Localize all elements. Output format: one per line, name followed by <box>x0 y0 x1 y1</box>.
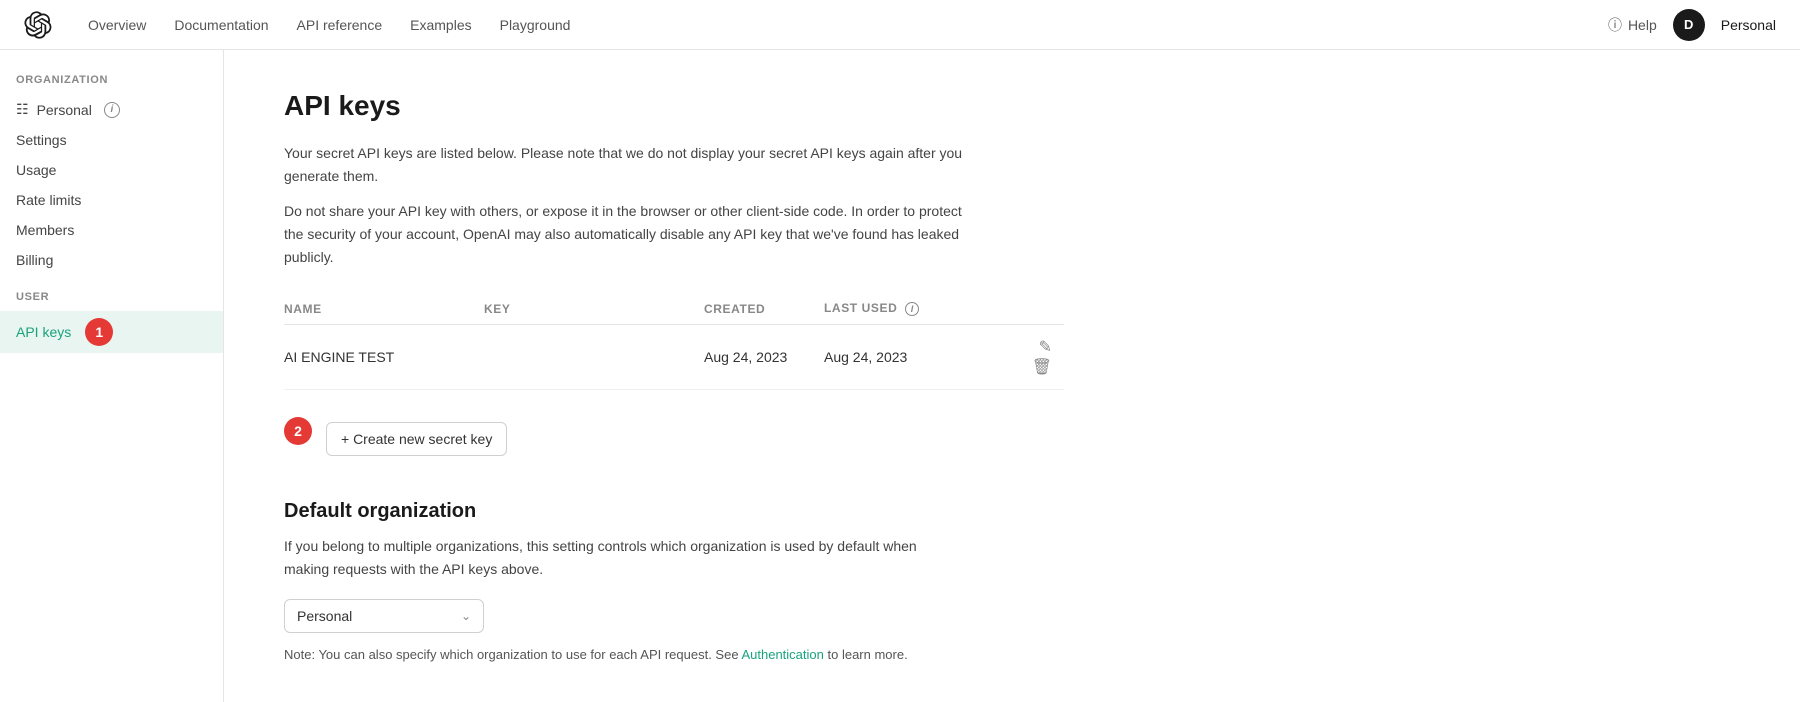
page-title: API keys <box>284 90 1064 122</box>
user-section-label: USER <box>0 291 223 311</box>
nav-documentation[interactable]: Documentation <box>162 11 280 39</box>
main-content: API keys Your secret API keys are listed… <box>224 50 1124 702</box>
table-row: AI ENGINE TEST Aug 24, 2023 Aug 24, 2023… <box>284 325 1064 390</box>
nav-playground[interactable]: Playground <box>488 11 583 39</box>
api-keys-label: API keys <box>16 324 71 340</box>
authentication-link[interactable]: Authentication <box>741 647 823 662</box>
rate-limits-label: Rate limits <box>16 192 81 208</box>
org-select[interactable]: Personal ⌄ <box>284 599 484 633</box>
settings-label: Settings <box>16 132 67 148</box>
help-button[interactable]: ⓘ Help <box>1608 15 1657 35</box>
sidebar-item-usage[interactable]: Usage <box>0 155 223 185</box>
layout: ORGANIZATION ☷ Personal i Settings Usage… <box>0 50 1800 702</box>
description-1: Your secret API keys are listed below. P… <box>284 142 964 188</box>
annotation-badge-1: 1 <box>85 318 113 346</box>
api-keys-table: NAME KEY CREATED LAST USED i AI ENGINE T… <box>284 293 1064 390</box>
annotation-badge-2: 2 <box>284 417 312 445</box>
avatar[interactable]: D <box>1673 9 1705 41</box>
create-secret-key-button[interactable]: + Create new secret key <box>326 422 507 456</box>
note-text: Note: You can also specify which organiz… <box>284 647 1064 662</box>
logo[interactable] <box>24 11 52 39</box>
org-select-value: Personal <box>297 608 352 624</box>
nav-overview[interactable]: Overview <box>76 11 158 39</box>
row-last-used: Aug 24, 2023 <box>824 325 1004 390</box>
row-key <box>484 325 704 390</box>
sidebar-item-settings[interactable]: Settings <box>0 125 223 155</box>
row-name: AI ENGINE TEST <box>284 325 484 390</box>
topnav-username[interactable]: Personal <box>1721 17 1776 33</box>
row-actions: ✎ 🗑 <box>1004 325 1064 390</box>
sidebar-item-billing[interactable]: Billing <box>0 245 223 275</box>
sidebar-item-rate-limits[interactable]: Rate limits <box>0 185 223 215</box>
billing-label: Billing <box>16 252 53 268</box>
create-btn-row: 2 + Create new secret key <box>284 406 1064 456</box>
col-header-name: NAME <box>284 293 484 324</box>
help-icon: ⓘ <box>1608 15 1622 35</box>
row-created: Aug 24, 2023 <box>704 325 824 390</box>
help-label: Help <box>1628 17 1657 33</box>
edit-icon[interactable]: ✎ <box>1039 339 1052 356</box>
nav-api-reference[interactable]: API reference <box>285 11 395 39</box>
last-used-info-icon: i <box>905 302 919 316</box>
col-header-actions <box>1004 293 1064 324</box>
nav-examples[interactable]: Examples <box>398 11 483 39</box>
sidebar-item-api-keys[interactable]: API keys 1 <box>0 311 223 353</box>
default-org-desc: If you belong to multiple organizations,… <box>284 535 964 581</box>
sidebar: ORGANIZATION ☷ Personal i Settings Usage… <box>0 50 224 702</box>
col-header-created: CREATED <box>704 293 824 324</box>
personal-info-icon: i <box>104 102 120 118</box>
chevron-down-icon: ⌄ <box>461 609 471 623</box>
org-icon: ☷ <box>16 101 29 118</box>
sidebar-personal-label: Personal <box>37 102 92 118</box>
description-2: Do not share your API key with others, o… <box>284 200 964 269</box>
topnav: Overview Documentation API reference Exa… <box>0 0 1800 50</box>
sidebar-item-personal[interactable]: ☷ Personal i <box>0 94 223 125</box>
org-section-label: ORGANIZATION <box>0 74 223 94</box>
members-label: Members <box>16 222 74 238</box>
topnav-links: Overview Documentation API reference Exa… <box>76 11 1608 39</box>
col-header-lastused: LAST USED i <box>824 293 1004 324</box>
col-header-key: KEY <box>484 293 704 324</box>
usage-label: Usage <box>16 162 56 178</box>
delete-icon[interactable]: 🗑 <box>1032 359 1052 376</box>
default-org-title: Default organization <box>284 500 1064 523</box>
topnav-right: ⓘ Help D Personal <box>1608 9 1776 41</box>
sidebar-item-members[interactable]: Members <box>0 215 223 245</box>
